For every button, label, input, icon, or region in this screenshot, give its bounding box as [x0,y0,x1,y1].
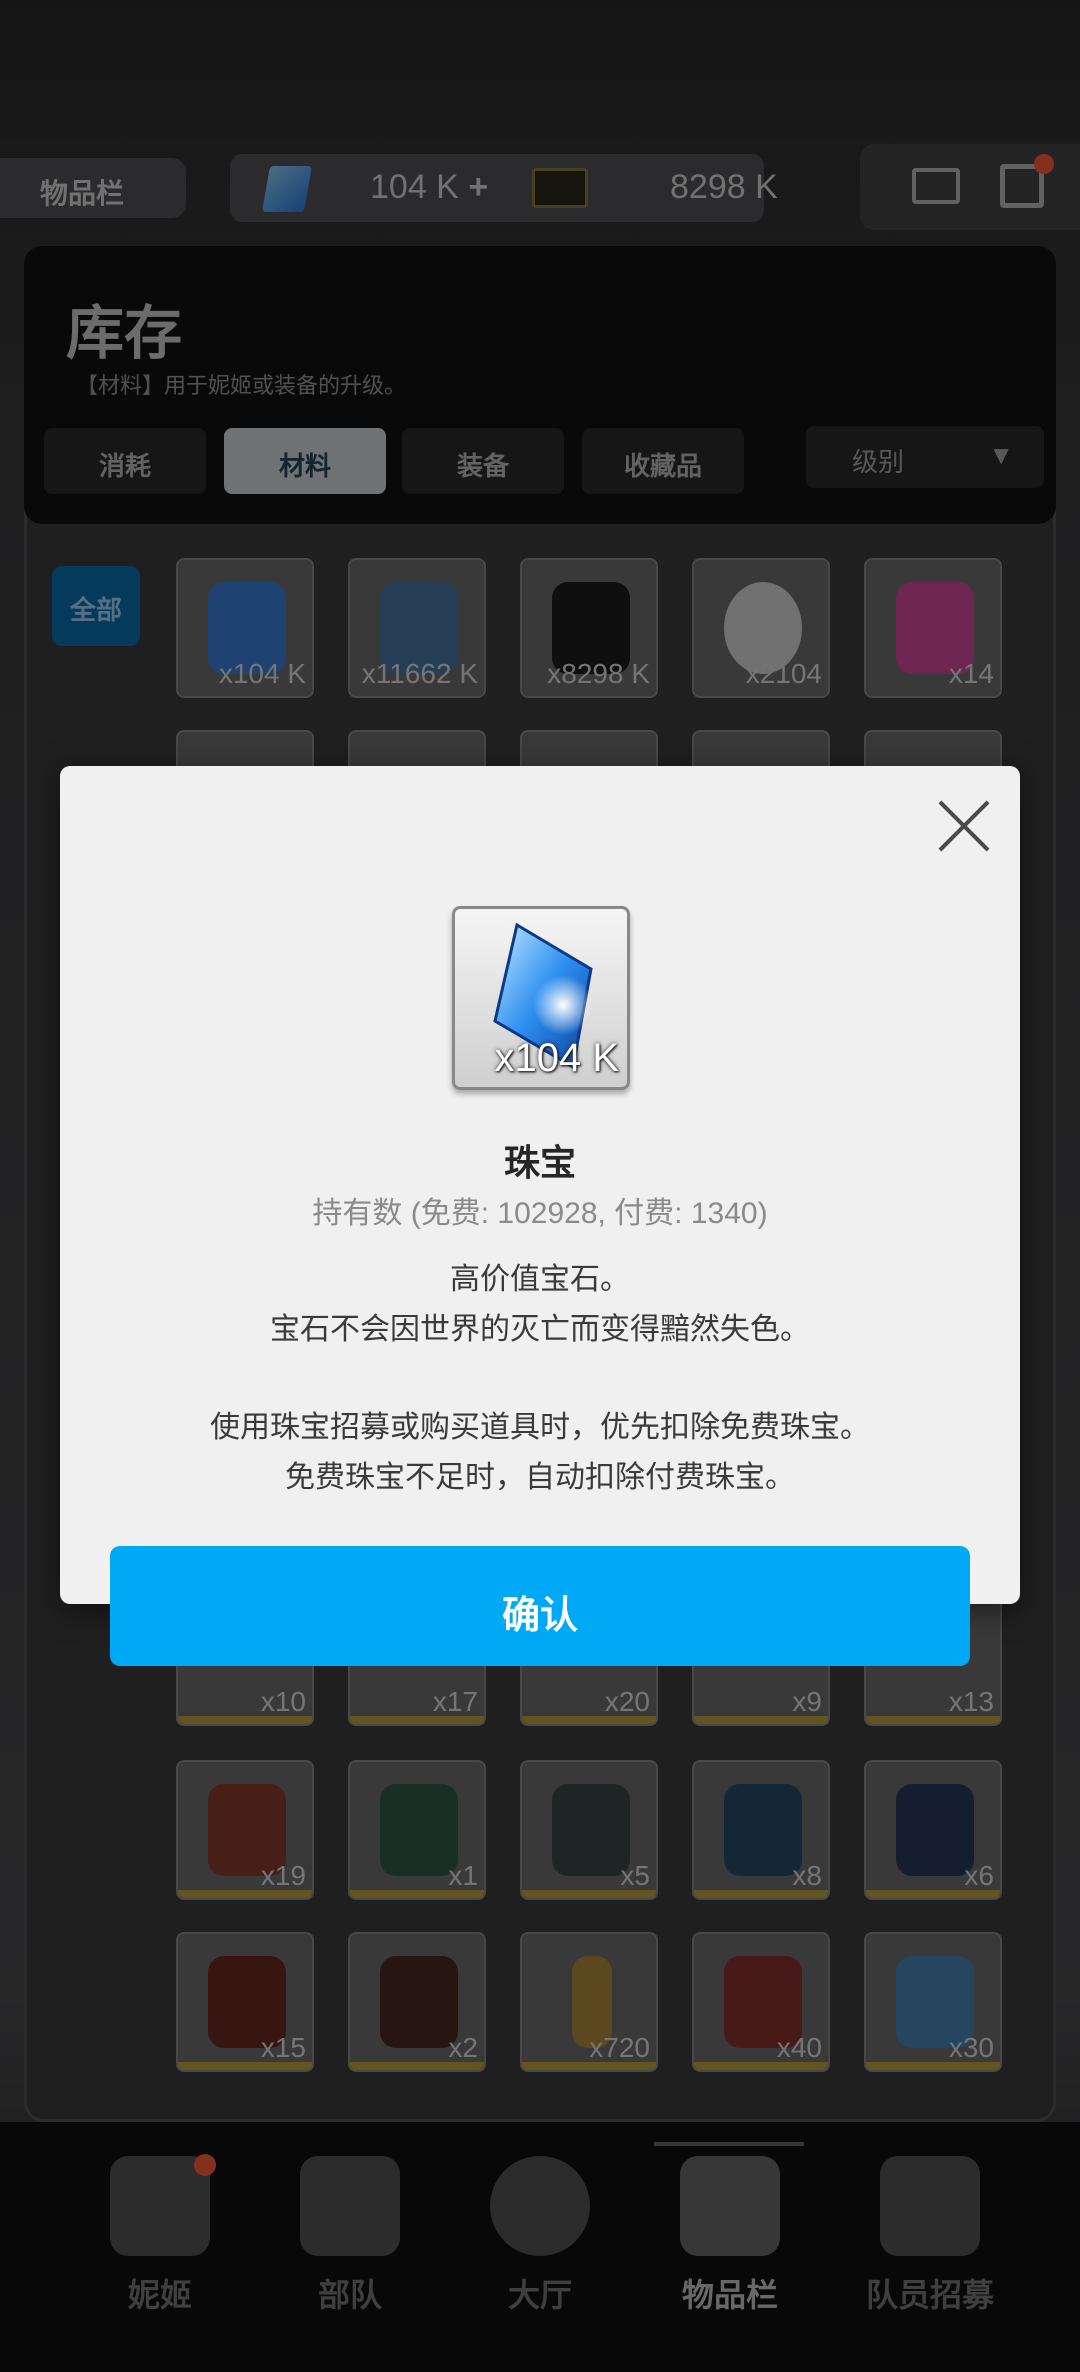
confirm-button[interactable]: 确认 [110,1546,970,1666]
item-usage-note: 免费珠宝不足时，自动扣除付费珠宝。 [285,1461,795,1494]
item-name: 珠宝 [503,1142,576,1183]
item-icon-frame: x104 K [452,906,630,1090]
item-description: 高价值宝石。 [450,1263,630,1296]
item-usage-note: 使用珠宝招募或购买道具时，优先扣除免费珠宝。 [210,1411,870,1444]
item-description: 宝石不会因世界的灭亡而变得黯然失色。 [270,1313,810,1346]
item-count: x104 K [494,1036,619,1080]
close-icon[interactable] [936,798,992,854]
holding-count: 持有数 (免费: 102928, 付费: 1340) [312,1197,768,1230]
